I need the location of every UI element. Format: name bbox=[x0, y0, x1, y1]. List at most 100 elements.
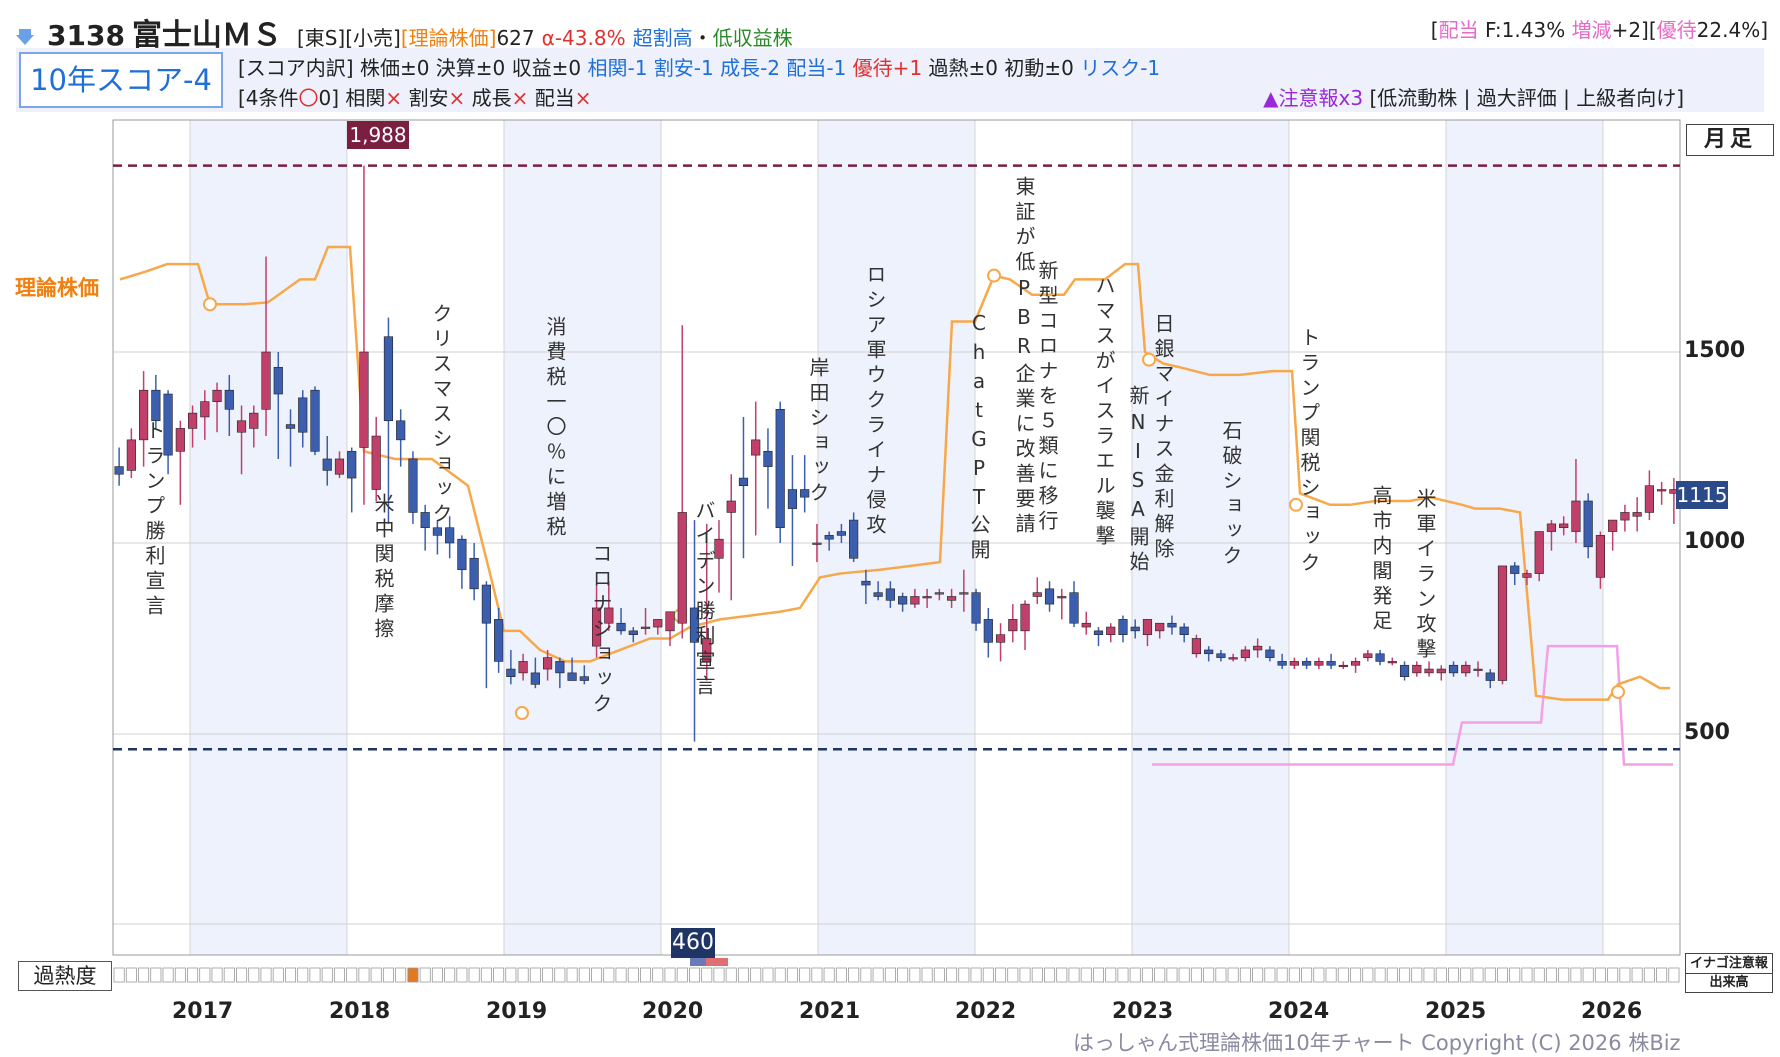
heat-box bbox=[995, 967, 1007, 983]
heat-box bbox=[431, 967, 443, 983]
heat-box bbox=[1558, 967, 1570, 983]
heat-box bbox=[529, 967, 541, 983]
candle-body bbox=[359, 351, 369, 448]
heat-box bbox=[1092, 967, 1105, 983]
candle-body bbox=[1240, 649, 1250, 658]
candle-body bbox=[836, 531, 846, 536]
monthly-button[interactable]: 月足 bbox=[1686, 124, 1774, 156]
candle-body bbox=[1106, 626, 1116, 635]
heat-box bbox=[1570, 967, 1582, 983]
yutai-value: 22.4%] bbox=[1696, 18, 1768, 42]
heat-box bbox=[1631, 967, 1643, 983]
heat-box bbox=[1313, 967, 1325, 983]
heat-box bbox=[1252, 967, 1264, 983]
rating: 超割高 bbox=[632, 26, 693, 50]
heat-box bbox=[346, 967, 358, 983]
candle-body bbox=[249, 412, 259, 429]
heat-box bbox=[505, 967, 517, 983]
theory-marker bbox=[987, 268, 1001, 283]
heat-box bbox=[1423, 967, 1435, 983]
change-value: +2][ bbox=[1611, 18, 1657, 42]
candle-body bbox=[1338, 664, 1348, 668]
heat-box bbox=[1056, 967, 1068, 983]
current-price-badge: 1115 bbox=[1676, 481, 1728, 509]
candle-body bbox=[236, 420, 247, 433]
candle-body bbox=[1510, 565, 1520, 574]
candle-body bbox=[310, 389, 320, 452]
theory-marker bbox=[515, 705, 529, 720]
heat-box bbox=[113, 967, 125, 983]
bracket: [ bbox=[1430, 18, 1439, 42]
heat-box bbox=[1386, 967, 1398, 983]
price-chart bbox=[112, 119, 1681, 983]
heat-box bbox=[1105, 967, 1117, 983]
heat-box bbox=[1656, 967, 1668, 983]
conditions-prefix: [4条件 bbox=[238, 86, 299, 110]
low-price-badge: 460 bbox=[671, 928, 715, 958]
x-tick-label: 2019 bbox=[486, 999, 548, 1024]
candle-body bbox=[995, 634, 1006, 643]
volume-label: 出来高 bbox=[1685, 973, 1773, 993]
heat-box bbox=[823, 967, 835, 983]
candle-body bbox=[1130, 626, 1140, 632]
heat-box bbox=[284, 967, 297, 983]
heat-box bbox=[566, 967, 578, 983]
candle-body bbox=[640, 626, 651, 629]
candle-body bbox=[1448, 664, 1459, 674]
heat-box bbox=[1325, 967, 1337, 983]
y-tick-label: 500 bbox=[1684, 720, 1730, 745]
candle-body bbox=[861, 580, 871, 586]
heat-box bbox=[468, 967, 480, 983]
rating-dot: ・ bbox=[692, 26, 713, 50]
dividend-summary: [配当 F:1.43% 増減+2][優待22.4%] bbox=[1431, 14, 1768, 43]
candle-body bbox=[959, 592, 969, 595]
candle-body bbox=[1534, 531, 1544, 574]
candle-body bbox=[567, 672, 577, 681]
breakdown-prefix: [スコア内訳] 株価±0 決算±0 収益±0 bbox=[238, 56, 582, 80]
heat-box bbox=[1301, 967, 1313, 983]
theory-marker bbox=[203, 297, 217, 312]
candle-body bbox=[1424, 668, 1434, 674]
heat-box bbox=[1117, 967, 1129, 983]
candle-body bbox=[1375, 653, 1385, 662]
candle-body bbox=[396, 420, 406, 441]
x-tick-label: 2023 bbox=[1112, 999, 1174, 1024]
candle-body bbox=[200, 401, 210, 418]
candle-body bbox=[224, 389, 234, 410]
candle-body bbox=[518, 661, 528, 674]
heat-box bbox=[211, 967, 223, 983]
heat-box bbox=[1264, 967, 1276, 983]
candle-body bbox=[1497, 565, 1508, 681]
candle-body bbox=[1228, 657, 1238, 660]
heat-box bbox=[640, 967, 652, 983]
heat-box bbox=[1362, 967, 1374, 983]
candle-body bbox=[1142, 619, 1153, 635]
x-tick-label: 2018 bbox=[329, 999, 391, 1024]
heat-box bbox=[774, 967, 786, 983]
heat-box bbox=[1080, 967, 1092, 983]
cross-icon: × bbox=[511, 86, 529, 110]
event-label: ハマスがイスラエル襲撃 bbox=[1092, 275, 1116, 550]
heat-box bbox=[493, 967, 505, 983]
event-label: 米中関税摩擦 bbox=[371, 493, 395, 643]
score-badge: 10年スコア-4 bbox=[19, 52, 223, 108]
candle-body bbox=[1216, 653, 1226, 658]
y-tick-label: 1000 bbox=[1684, 529, 1746, 554]
candle-body bbox=[665, 611, 675, 632]
heat-box bbox=[236, 967, 248, 983]
heat-box bbox=[835, 967, 847, 983]
candle-body bbox=[408, 458, 418, 513]
candle-body bbox=[1020, 603, 1030, 632]
candle-body bbox=[1461, 664, 1471, 674]
candle-body bbox=[212, 389, 222, 402]
heat-box bbox=[1521, 967, 1533, 983]
heat-box bbox=[603, 967, 615, 983]
candle-body bbox=[1265, 649, 1275, 658]
event-label: ChatGPT公開 bbox=[967, 311, 991, 564]
theory-price-label: 理論株価 bbox=[15, 276, 99, 300]
heat-box bbox=[1288, 967, 1300, 983]
candle-body bbox=[1436, 668, 1446, 674]
heat-box bbox=[1044, 967, 1056, 983]
heat-box bbox=[260, 967, 272, 983]
heat-box bbox=[848, 967, 860, 983]
